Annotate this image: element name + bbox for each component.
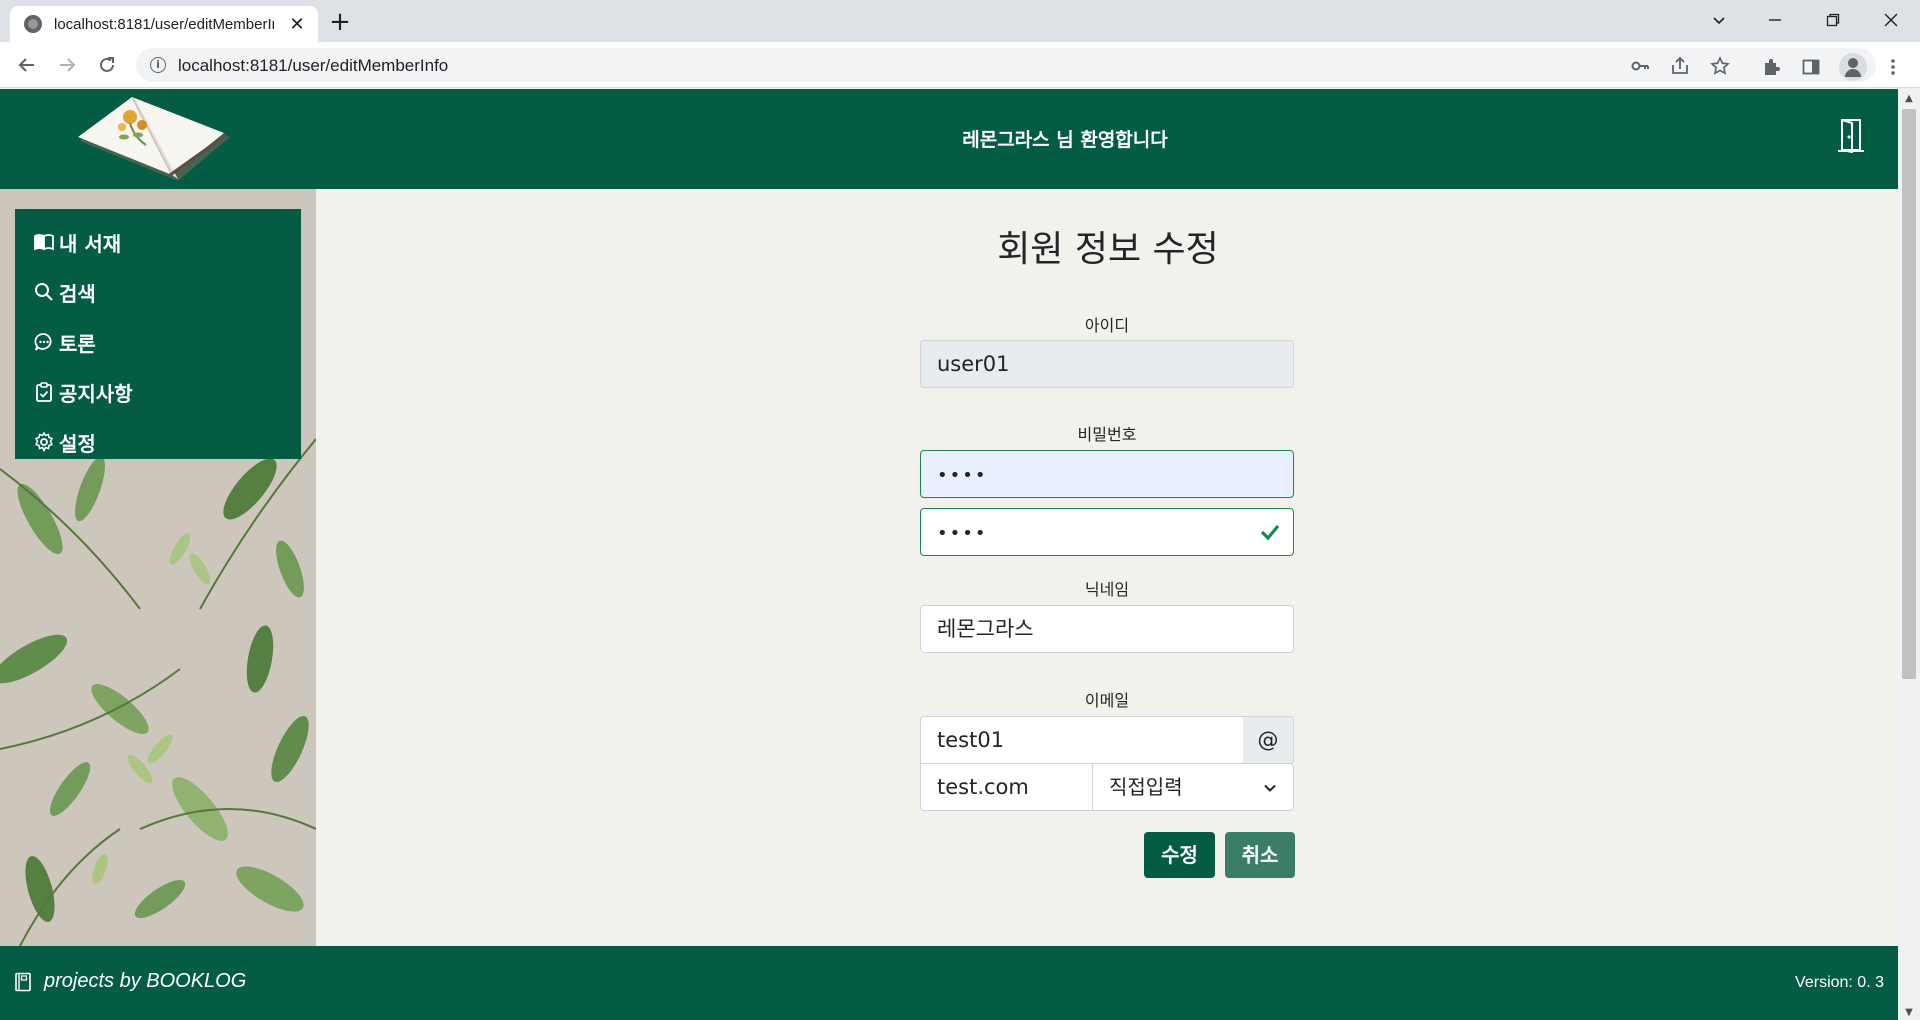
tab-title: localhost:8181/user/editMemberInfo	[54, 15, 274, 33]
restore-icon[interactable]	[1810, 0, 1856, 40]
share-icon[interactable]	[1668, 56, 1692, 80]
sidebar-item-discussion[interactable]: 토론	[15, 317, 301, 367]
sidebar-item-notice[interactable]: 공지사항	[15, 367, 301, 417]
sidebar-item-my-library[interactable]: 내 서재	[15, 217, 301, 267]
profile-avatar-icon[interactable]	[1839, 53, 1867, 81]
footer-text: projects by BOOKLOG	[44, 970, 247, 992]
password-confirm-value: ••••	[937, 523, 988, 544]
chat-icon	[34, 333, 52, 351]
minimize-icon[interactable]	[1752, 0, 1798, 40]
version-text: Version: 0. 3	[1795, 974, 1884, 991]
journal-icon	[15, 972, 31, 992]
address-toolbar: i localhost:8181/user/editMemberInfo	[0, 42, 1920, 88]
nickname-label: 닉네임	[1084, 580, 1130, 599]
sidebar-item-settings[interactable]: 설정	[15, 417, 301, 467]
site-footer: projects by BOOKLOG Version: 0. 3	[0, 946, 1898, 1020]
side-panel-icon[interactable]	[1796, 52, 1826, 82]
tab-search-icon[interactable]	[1696, 0, 1742, 40]
address-bar[interactable]: i localhost:8181/user/editMemberInfo	[136, 48, 1876, 82]
site-header: 레몬그라스 님 환영합니다	[0, 89, 1898, 189]
sidebar-item-label: 검색	[59, 281, 96, 306]
tab-close-icon[interactable]: ✕	[286, 14, 308, 35]
welcome-message: 레몬그라스 님 환영합니다	[962, 129, 1168, 151]
extensions-icon[interactable]	[1756, 52, 1786, 82]
logout-door-icon[interactable]	[1838, 119, 1864, 153]
sidebar-item-search[interactable]: 검색	[15, 267, 301, 317]
sidebar-item-label: 설정	[59, 431, 96, 456]
sidebar-item-label: 토론	[59, 331, 96, 356]
gear-icon	[34, 431, 54, 453]
id-label: 아이디	[1084, 316, 1130, 335]
scrollbar-thumb[interactable]	[1902, 109, 1916, 679]
password-value: ••••	[937, 465, 988, 486]
globe-icon	[24, 15, 42, 33]
scroll-up-icon[interactable]: ▲	[1898, 93, 1920, 104]
more-menu-icon[interactable]	[1878, 52, 1908, 82]
submit-button[interactable]: 수정	[1144, 832, 1215, 878]
url-text[interactable]: localhost:8181/user/editMemberInfo	[178, 56, 448, 76]
book-icon	[34, 234, 54, 251]
email-label: 이메일	[1084, 691, 1130, 710]
chevron-down-icon	[1264, 784, 1276, 792]
scroll-down-icon[interactable]: ▼	[1898, 1007, 1920, 1018]
back-icon[interactable]	[12, 50, 42, 80]
password-field[interactable]: ••••	[920, 450, 1294, 498]
browser-tab[interactable]: localhost:8181/user/editMemberInfo ✕	[10, 6, 318, 42]
email-at-addon: @	[1243, 716, 1294, 764]
forward-icon[interactable]	[52, 50, 82, 80]
valid-check-icon	[1260, 524, 1280, 541]
sidebar-item-label: 공지사항	[59, 381, 133, 406]
bookmark-star-icon[interactable]	[1708, 56, 1732, 80]
new-tab-button[interactable]: +	[324, 6, 356, 38]
password-confirm-field[interactable]: ••••	[920, 508, 1294, 556]
search-icon	[35, 283, 53, 301]
nickname-field[interactable]: 레몬그라스	[920, 605, 1294, 653]
email-domain-field[interactable]: test.com	[920, 763, 1093, 811]
close-window-icon[interactable]	[1868, 0, 1914, 40]
domain-select-value: 직접입력	[1109, 775, 1183, 799]
id-field: user01	[920, 340, 1294, 388]
reload-icon[interactable]	[92, 50, 122, 80]
page-title: 회원 정보 수정	[997, 229, 1219, 270]
cancel-button[interactable]: 취소	[1225, 832, 1295, 878]
sidebar-item-label: 내 서재	[59, 231, 122, 256]
key-icon[interactable]	[1628, 56, 1652, 80]
site-info-icon[interactable]: i	[150, 57, 166, 73]
password-label: 비밀번호	[1077, 425, 1137, 444]
clipboard-icon	[36, 382, 52, 402]
browser-tab-strip: localhost:8181/user/editMemberInfo ✕ +	[0, 0, 1920, 42]
email-local-field[interactable]: test01	[920, 716, 1244, 764]
email-domain-select[interactable]: 직접입력	[1092, 763, 1294, 811]
sidebar-menu: 내 서재 검색 토론 공지사항 설정	[15, 209, 301, 459]
page-scrollbar[interactable]: ▲ ▼	[1898, 89, 1920, 1020]
